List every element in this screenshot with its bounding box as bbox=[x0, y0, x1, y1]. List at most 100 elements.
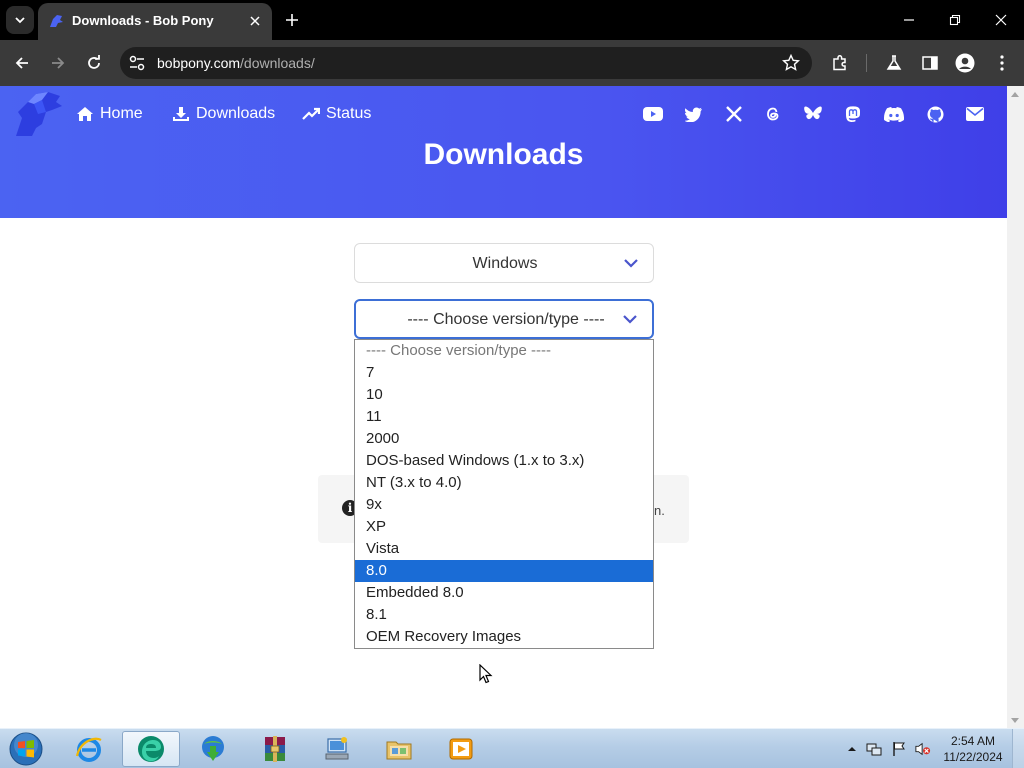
side-panel-button[interactable] bbox=[920, 53, 940, 73]
reload-button[interactable] bbox=[80, 49, 108, 77]
tab-search-button[interactable] bbox=[6, 6, 34, 34]
browser-menu-button[interactable] bbox=[992, 53, 1012, 73]
minimize-icon bbox=[904, 19, 914, 21]
puzzle-icon bbox=[833, 54, 846, 71]
nav-downloads-link[interactable]: Downloads bbox=[172, 104, 275, 124]
show-hidden-icons-button[interactable] bbox=[844, 741, 860, 757]
address-bar[interactable]: bobpony.com/downloads/ bbox=[120, 47, 812, 79]
close-window-button[interactable] bbox=[986, 6, 1016, 34]
media-player-icon bbox=[449, 738, 473, 760]
version-option-8-0[interactable]: 8.0 bbox=[355, 560, 653, 582]
more-vertical-icon bbox=[1000, 55, 1004, 71]
scroll-up-arrow-icon[interactable] bbox=[1011, 92, 1019, 97]
taskbar-network-app[interactable] bbox=[308, 731, 366, 767]
tab-close-button[interactable] bbox=[246, 12, 264, 30]
os-select[interactable]: Windows bbox=[354, 243, 654, 283]
version-option-oem-recovery[interactable]: OEM Recovery Images bbox=[355, 626, 653, 648]
mastodon-link[interactable] bbox=[842, 103, 864, 125]
restore-icon bbox=[949, 14, 961, 26]
page-title: Downloads bbox=[423, 138, 584, 171]
youtube-link[interactable] bbox=[642, 103, 664, 125]
new-tab-button[interactable] bbox=[280, 8, 304, 32]
taskbar-idm[interactable] bbox=[184, 731, 242, 767]
restore-button[interactable] bbox=[940, 6, 970, 34]
nav-downloads-label: Downloads bbox=[196, 105, 276, 122]
network-icon bbox=[866, 743, 882, 756]
discord-link[interactable] bbox=[883, 103, 905, 125]
url-path: /downloads/ bbox=[240, 55, 315, 71]
site-info-icon[interactable] bbox=[128, 54, 146, 72]
start-button[interactable] bbox=[4, 730, 48, 768]
tray-volume[interactable] bbox=[915, 741, 931, 757]
browser-tabstrip: Downloads - Bob Pony bbox=[0, 0, 1024, 40]
github-link[interactable] bbox=[924, 103, 946, 125]
winrar-icon bbox=[265, 736, 285, 762]
nav-status-label: Status bbox=[326, 105, 372, 122]
minimize-button[interactable] bbox=[894, 6, 924, 34]
nav-status-link[interactable]: Status bbox=[302, 104, 371, 124]
taskbar-clock[interactable]: 2:54 AM 11/22/2024 bbox=[940, 733, 1006, 765]
discord-icon bbox=[884, 106, 904, 122]
twitter-link[interactable] bbox=[683, 103, 705, 125]
x-link[interactable] bbox=[723, 103, 745, 125]
chevron-down-icon bbox=[624, 259, 638, 268]
version-option-vista[interactable]: Vista bbox=[355, 538, 653, 560]
nav-home-label: Home bbox=[100, 105, 143, 122]
taskbar-media-player[interactable] bbox=[432, 731, 490, 767]
version-option-8-1[interactable]: 8.1 bbox=[355, 604, 653, 626]
extensions-button[interactable] bbox=[830, 53, 850, 73]
version-option-dos-based[interactable]: DOS-based Windows (1.x to 3.x) bbox=[355, 450, 653, 472]
threads-link[interactable] bbox=[762, 103, 784, 125]
version-select[interactable]: ---- Choose version/type ---- bbox=[354, 299, 654, 339]
windows-start-orb-icon bbox=[9, 732, 43, 766]
toolbar-separator bbox=[866, 54, 867, 72]
file-explorer-icon bbox=[386, 741, 412, 760]
network-app-icon bbox=[325, 737, 349, 760]
nav-home-link[interactable]: Home bbox=[76, 104, 143, 124]
version-option-placeholder[interactable]: ---- Choose version/type ---- bbox=[355, 340, 653, 362]
bluesky-link[interactable] bbox=[802, 103, 824, 125]
bluesky-icon bbox=[804, 106, 822, 120]
mastodon-icon bbox=[845, 105, 860, 122]
email-link[interactable] bbox=[964, 103, 986, 125]
idm-icon bbox=[202, 736, 224, 761]
forward-button[interactable] bbox=[44, 49, 72, 77]
version-option-nt[interactable]: NT (3.x to 4.0) bbox=[355, 472, 653, 494]
back-button[interactable] bbox=[8, 49, 36, 77]
github-icon bbox=[927, 106, 943, 122]
version-option-xp[interactable]: XP bbox=[355, 516, 653, 538]
taskbar-file-explorer[interactable] bbox=[370, 731, 428, 767]
page-scrollbar[interactable] bbox=[1007, 86, 1024, 728]
url-domain: bobpony.com bbox=[157, 55, 241, 71]
version-option-10[interactable]: 10 bbox=[355, 384, 653, 406]
x-icon bbox=[726, 106, 742, 122]
show-desktop-button[interactable] bbox=[1012, 729, 1024, 768]
version-option-2000[interactable]: 2000 bbox=[355, 428, 653, 450]
bobpony-logo-icon[interactable] bbox=[12, 90, 64, 140]
tab-title: Downloads - Bob Pony bbox=[72, 13, 214, 28]
clock-date: 11/22/2024 bbox=[943, 750, 1003, 764]
close-icon bbox=[995, 14, 1007, 26]
tray-network[interactable] bbox=[866, 741, 882, 757]
edge-browser-icon bbox=[138, 736, 164, 762]
scroll-down-arrow-icon[interactable] bbox=[1011, 718, 1019, 723]
taskbar-edge-browser[interactable] bbox=[122, 731, 180, 767]
browser-tab-active[interactable]: Downloads - Bob Pony bbox=[38, 3, 272, 40]
version-option-9x[interactable]: 9x bbox=[355, 494, 653, 516]
threads-icon bbox=[767, 107, 779, 121]
version-option-11[interactable]: 11 bbox=[355, 406, 653, 428]
chevron-up-icon bbox=[848, 747, 856, 751]
taskbar-internet-explorer[interactable] bbox=[60, 731, 118, 767]
profile-button[interactable] bbox=[955, 53, 975, 73]
page-viewport: Home Downloads Status Downloads Windows … bbox=[0, 86, 1007, 728]
site-header: Home Downloads Status Downloads bbox=[0, 86, 1007, 218]
account-icon bbox=[955, 53, 975, 73]
version-option-embedded-8-0[interactable]: Embedded 8.0 bbox=[355, 582, 653, 604]
arrow-left-icon bbox=[15, 57, 28, 69]
bookmark-star-icon[interactable] bbox=[782, 54, 800, 72]
labs-button[interactable] bbox=[884, 53, 904, 73]
version-option-7[interactable]: 7 bbox=[355, 362, 653, 384]
home-icon bbox=[77, 107, 93, 121]
taskbar-winrar[interactable] bbox=[246, 731, 304, 767]
tray-action-center[interactable] bbox=[891, 741, 907, 757]
